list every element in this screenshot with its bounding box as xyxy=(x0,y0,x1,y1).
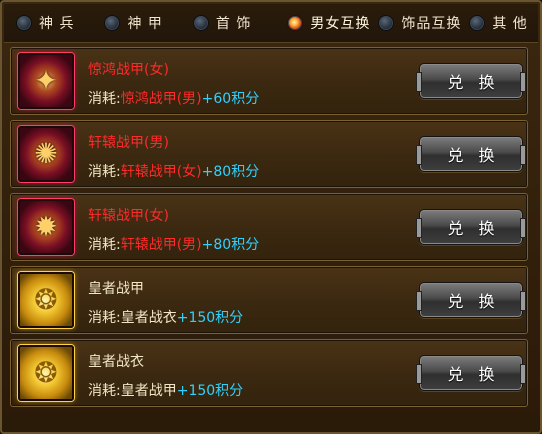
list-item: ❂ 皇者战甲 消耗:皇者战衣+150积分 兑 换 xyxy=(10,266,528,334)
exchange-button[interactable]: 兑 换 xyxy=(416,355,526,391)
tab-gender-swap[interactable]: 男女互换 xyxy=(251,4,370,42)
cost-points: +150积分 xyxy=(176,310,244,326)
tab-label: 神 兵 xyxy=(39,16,75,32)
exchange-button-label: 兑 换 xyxy=(447,219,500,238)
cost-prefix: 消耗: xyxy=(88,91,121,107)
armor-icon[interactable]: ❂ xyxy=(18,345,74,401)
tab-label: 首 饰 xyxy=(215,16,252,32)
exchange-panel: 神 兵 神 甲 首 饰 男女互换 饰品互换 其 他 ✦ 惊鸿战甲(女) 消耗:惊… xyxy=(0,0,542,434)
exchange-button[interactable]: 兑 换 xyxy=(416,136,526,172)
cost-points: +60积分 xyxy=(201,91,260,107)
armor-icon[interactable]: ✦ xyxy=(18,53,74,109)
exchange-list: ✦ 惊鸿战甲(女) 消耗:惊鸿战甲(男)+60积分 兑 换 ✺ 轩辕战甲(男) … xyxy=(10,47,528,412)
list-item: ❂ 皇者战衣 消耗:皇者战甲+150积分 兑 换 xyxy=(10,339,528,407)
item-cost: 消耗:皇者战衣+150积分 xyxy=(88,307,243,327)
exchange-button-label: 兑 换 xyxy=(447,73,500,92)
radio-icon xyxy=(469,15,486,31)
radio-icon xyxy=(378,15,395,31)
list-item: ✹ 轩辕战甲(女) 消耗:轩辕战甲(男)+80积分 兑 换 xyxy=(10,193,528,261)
cost-points: +80积分 xyxy=(201,164,260,180)
armor-icon[interactable]: ✹ xyxy=(18,199,74,255)
item-cost: 消耗:轩辕战甲(女)+80积分 xyxy=(88,161,259,181)
tab-bar: 神 兵 神 甲 首 饰 男女互换 饰品互换 其 他 xyxy=(4,4,538,43)
cost-points: +80积分 xyxy=(201,237,260,253)
cost-prefix: 消耗: xyxy=(88,237,121,253)
tab-label: 神 甲 xyxy=(127,16,163,32)
tab-weapons[interactable]: 神 兵 xyxy=(4,4,74,42)
exchange-button-label: 兑 换 xyxy=(447,146,500,165)
cost-points: +150积分 xyxy=(176,383,244,399)
exchange-button[interactable]: 兑 换 xyxy=(416,209,526,245)
tab-label: 男女互换 xyxy=(310,16,371,32)
cost-item: 皇者战甲 xyxy=(120,383,177,399)
list-item: ✺ 轩辕战甲(男) 消耗:轩辕战甲(女)+80积分 兑 换 xyxy=(10,120,528,188)
cost-item: 惊鸿战甲(男) xyxy=(120,91,202,107)
list-item: ✦ 惊鸿战甲(女) 消耗:惊鸿战甲(男)+60积分 兑 换 xyxy=(10,47,528,115)
exchange-button-label: 兑 换 xyxy=(447,365,500,384)
armor-icon[interactable]: ✺ xyxy=(18,126,74,182)
item-name: 轩辕战甲(女) xyxy=(88,208,169,224)
radio-icon xyxy=(16,15,32,31)
tab-label: 饰品互换 xyxy=(401,16,462,32)
tab-armor[interactable]: 神 甲 xyxy=(74,4,162,42)
exchange-button[interactable]: 兑 换 xyxy=(416,63,526,99)
cost-item: 轩辕战甲(女) xyxy=(120,164,202,180)
item-name: 皇者战衣 xyxy=(88,354,144,370)
cost-item: 轩辕战甲(男) xyxy=(120,237,202,253)
armor-icon[interactable]: ❂ xyxy=(18,272,74,328)
tab-accessory-swap[interactable]: 饰品互换 xyxy=(370,4,461,42)
tab-other[interactable]: 其 他 xyxy=(461,4,527,42)
exchange-button-label: 兑 换 xyxy=(447,292,500,311)
cost-item: 皇者战衣 xyxy=(120,310,177,326)
tab-label: 其 他 xyxy=(492,16,528,32)
item-name: 轩辕战甲(男) xyxy=(88,135,169,151)
radio-selected-icon xyxy=(287,15,304,31)
exchange-button[interactable]: 兑 换 xyxy=(416,282,526,318)
cost-prefix: 消耗: xyxy=(88,310,121,326)
item-cost: 消耗:皇者战甲+150积分 xyxy=(88,380,243,400)
cost-prefix: 消耗: xyxy=(88,164,121,180)
cost-prefix: 消耗: xyxy=(88,383,121,399)
radio-icon xyxy=(104,15,121,31)
item-name: 惊鸿战甲(女) xyxy=(88,62,169,78)
item-name: 皇者战甲 xyxy=(88,281,144,297)
tab-jewelry[interactable]: 首 饰 xyxy=(163,4,251,42)
radio-icon xyxy=(192,15,209,31)
item-cost: 消耗:惊鸿战甲(男)+60积分 xyxy=(88,88,259,108)
item-cost: 消耗:轩辕战甲(男)+80积分 xyxy=(88,234,259,254)
